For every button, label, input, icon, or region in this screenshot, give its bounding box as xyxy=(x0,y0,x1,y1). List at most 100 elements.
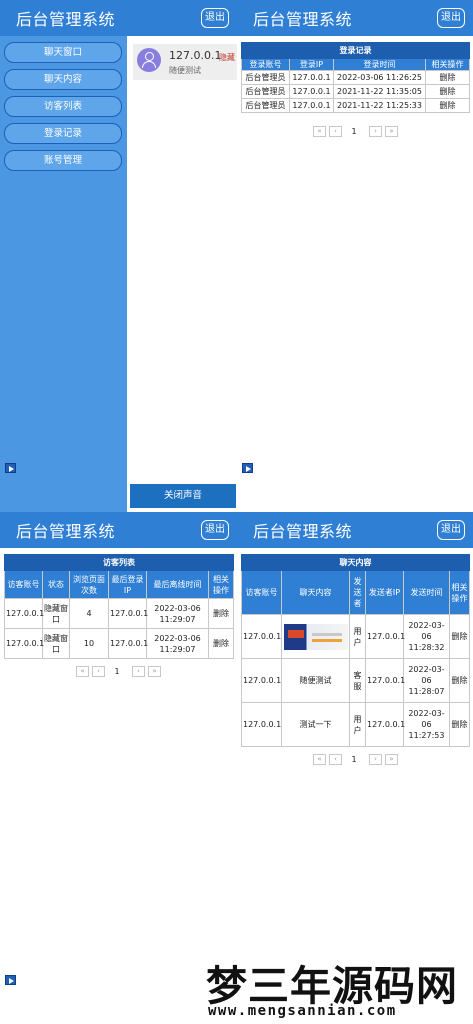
panel-visitor-list: 后台管理系统 退出 访客列表 访客账号 状态 浏览页面次数 最后登录IP 最后离… xyxy=(0,512,237,1024)
logout-button[interactable]: 退出 xyxy=(201,8,229,28)
header: 后台管理系统 退出 xyxy=(237,0,473,36)
chat-list-pane: 127.0.0.1 隐藏 随便测试 xyxy=(127,36,237,512)
next-page-button[interactable]: › xyxy=(369,754,382,765)
cell-visitor: 127.0.0.1 xyxy=(4,628,44,659)
watermark: 梦三年源码网 www.mengsannian.com xyxy=(200,950,473,1024)
first-page-button[interactable]: « xyxy=(313,126,326,137)
sidebar: 聊天窗口 聊天内容 访客列表 登录记录 账号管理 xyxy=(0,36,127,512)
sidebar-item-visitor-list[interactable]: 访客列表 xyxy=(4,96,122,117)
sidebar-item-chat-window[interactable]: 聊天窗口 xyxy=(4,42,122,63)
cell-visitor: 127.0.0.1 xyxy=(241,614,282,659)
cell-ip: 127.0.0.1 xyxy=(289,70,334,85)
cell-ip: 127.0.0.1 xyxy=(108,628,148,659)
table-row: 后台管理员 127.0.0.1 2021-11-22 11:25:33 删除 xyxy=(241,98,470,113)
first-page-button[interactable]: « xyxy=(76,666,89,677)
last-page-button[interactable]: » xyxy=(385,126,398,137)
cell-time: 2022-03-06 11:29:07 xyxy=(146,628,209,659)
play-icon[interactable] xyxy=(5,975,16,985)
visitor-list-table: 访客列表 访客账号 状态 浏览页面次数 最后登录IP 最后离线时间 相关操作 1… xyxy=(3,554,235,659)
sidebar-item-login-records[interactable]: 登录记录 xyxy=(4,123,122,144)
chat-list-item[interactable]: 127.0.0.1 隐藏 随便测试 xyxy=(133,44,237,80)
cell-visitor: 127.0.0.1 xyxy=(241,658,282,703)
delete-link[interactable]: 删除 xyxy=(448,614,471,659)
sidebar-item-account-management[interactable]: 账号管理 xyxy=(4,150,122,171)
user-avatar-icon xyxy=(137,48,161,72)
cell-account: 后台管理员 xyxy=(241,98,290,113)
chat-status: 隐藏 xyxy=(219,53,235,62)
cell-views: 10 xyxy=(69,628,109,659)
delete-link[interactable]: 删除 xyxy=(448,658,471,703)
cell-visitor: 127.0.0.1 xyxy=(241,702,282,747)
cell-sender: 用户 xyxy=(349,614,366,659)
login-records-table: 登录记录 登录账号 登录IP 登录时间 相关操作 后台管理员 127.0.0.1… xyxy=(241,42,470,113)
last-page-button[interactable]: » xyxy=(385,754,398,765)
delete-link[interactable]: 删除 xyxy=(425,84,470,99)
cell-content: 随便测试 xyxy=(281,658,350,703)
last-page-button[interactable]: » xyxy=(148,666,161,677)
delete-link[interactable]: 删除 xyxy=(425,70,470,85)
table-caption: 访客列表 xyxy=(3,554,235,571)
column-header: 相关操作 xyxy=(448,570,471,615)
cell-sender: 客服 xyxy=(349,658,366,703)
column-header: 登录账号 xyxy=(241,58,290,71)
pagination: « ‹ 1 › » xyxy=(313,126,403,138)
column-header: 浏览页面次数 xyxy=(69,570,109,599)
cell-content: 测试一下 xyxy=(281,702,350,747)
app-title: 后台管理系统 xyxy=(16,522,116,541)
header: 后台管理系统 退出 xyxy=(237,512,473,548)
delete-link[interactable]: 删除 xyxy=(207,598,235,629)
table-row: 127.0.0.1 测试一下 用户 127.0.0.1 2022-03-06 1… xyxy=(241,702,471,747)
cell-time: 2022-03-06 11:26:25 xyxy=(333,70,426,85)
cell-sender-ip: 127.0.0.1 xyxy=(365,614,405,659)
cell-status: 隐藏窗口 xyxy=(42,628,70,659)
table-row: 后台管理员 127.0.0.1 2021-11-22 11:35:05 删除 xyxy=(241,84,470,99)
panel-login-records: 后台管理系统 退出 登录记录 登录账号 登录IP 登录时间 相关操作 后台管理员… xyxy=(237,0,473,512)
chat-visitor-ip: 127.0.0.1 xyxy=(169,49,222,62)
cell-time: 2021-11-22 11:25:33 xyxy=(333,98,426,113)
delete-link[interactable]: 删除 xyxy=(448,702,471,747)
app-title: 后台管理系统 xyxy=(253,10,353,29)
app-title: 后台管理系统 xyxy=(16,10,116,29)
play-icon[interactable] xyxy=(5,463,16,473)
column-header: 发送者IP xyxy=(365,570,404,615)
current-page[interactable]: 1 xyxy=(349,126,359,137)
logout-button[interactable]: 退出 xyxy=(437,8,465,28)
cell-content xyxy=(281,614,350,659)
cell-views: 4 xyxy=(69,598,109,629)
image-message-thumbnail[interactable] xyxy=(283,623,348,650)
play-icon[interactable] xyxy=(242,463,253,473)
sidebar-item-chat-content[interactable]: 聊天内容 xyxy=(4,69,122,90)
table-caption: 登录记录 xyxy=(241,42,470,59)
cell-ip: 127.0.0.1 xyxy=(289,84,334,99)
cell-sender: 用户 xyxy=(349,702,366,747)
first-page-button[interactable]: « xyxy=(313,754,326,765)
next-page-button[interactable]: › xyxy=(132,666,145,677)
delete-link[interactable]: 删除 xyxy=(425,98,470,113)
mute-sound-button[interactable]: 关闭声音 xyxy=(130,484,236,508)
panel-chat-content: 后台管理系统 退出 聊天内容 访客账号 聊天内容 发送者 发送者IP 发送时间 … xyxy=(237,512,473,1024)
next-page-button[interactable]: › xyxy=(369,126,382,137)
cell-time: 2022-03-06 11:29:07 xyxy=(146,598,209,629)
cell-time: 2022-03-06 11:28:07 xyxy=(403,658,450,703)
current-page[interactable]: 1 xyxy=(349,754,359,765)
logout-button[interactable]: 退出 xyxy=(437,520,465,540)
cell-time: 2022-03-06 11:27:53 xyxy=(403,702,450,747)
prev-page-button[interactable]: ‹ xyxy=(92,666,105,677)
column-header: 登录IP xyxy=(289,58,334,71)
prev-page-button[interactable]: ‹ xyxy=(329,754,342,765)
table-row: 127.0.0.1 随便测试 客服 127.0.0.1 2022-03-06 1… xyxy=(241,658,471,703)
cell-time: 2021-11-22 11:35:05 xyxy=(333,84,426,99)
table-row: 127.0.0.1 隐藏窗口 10 127.0.0.1 2022-03-06 1… xyxy=(4,628,235,659)
prev-page-button[interactable]: ‹ xyxy=(329,126,342,137)
cell-ip: 127.0.0.1 xyxy=(108,598,148,629)
table-row: 后台管理员 127.0.0.1 2022-03-06 11:26:25 删除 xyxy=(241,70,470,85)
table-row: 127.0.0.1 用户 127.0.0.1 2022-03-06 11:28:… xyxy=(241,614,471,659)
logout-button[interactable]: 退出 xyxy=(201,520,229,540)
column-header: 最后离线时间 xyxy=(146,570,209,599)
current-page[interactable]: 1 xyxy=(112,666,122,677)
delete-link[interactable]: 删除 xyxy=(207,628,235,659)
app-title: 后台管理系统 xyxy=(253,522,353,541)
column-header: 访客账号 xyxy=(241,570,282,615)
header: 后台管理系统 退出 xyxy=(0,512,237,548)
cell-account: 后台管理员 xyxy=(241,70,290,85)
